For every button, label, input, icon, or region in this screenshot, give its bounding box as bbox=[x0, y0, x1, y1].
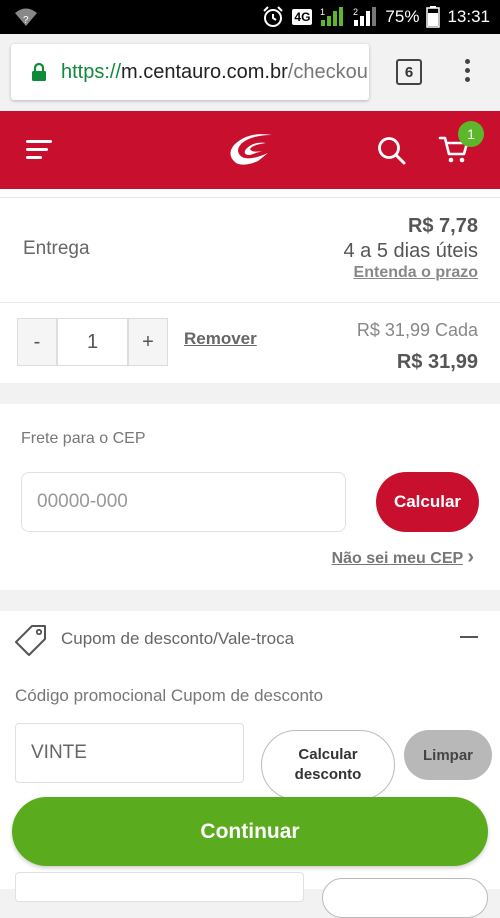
sim2-label: 2 bbox=[353, 7, 358, 17]
cep-input[interactable]: 00000-000 bbox=[21, 472, 346, 532]
quantity-input[interactable]: 1 bbox=[57, 318, 128, 366]
battery-icon bbox=[426, 6, 441, 28]
network-badge: 4G bbox=[292, 9, 313, 25]
signal-sim1-icon: 1 bbox=[320, 7, 344, 26]
calculate-discount-label: Calcular desconto bbox=[294, 746, 362, 783]
url-host: m.centauro.com.br bbox=[121, 60, 288, 83]
url-text: https://m.centauro.com.br/checkou bbox=[61, 61, 368, 84]
cep-label: Frete para o CEP bbox=[21, 430, 146, 447]
battery-percent: 75% bbox=[385, 7, 420, 26]
signal-sim2-icon: 2 bbox=[353, 7, 377, 26]
signal-question: ? bbox=[23, 15, 29, 26]
sim1-label: 1 bbox=[320, 7, 325, 17]
calculate-discount-button[interactable]: Calcular desconto bbox=[261, 730, 395, 800]
clear-coupon-button[interactable]: Limpar bbox=[404, 730, 492, 780]
next-action-button[interactable] bbox=[322, 878, 488, 918]
tab-switcher-button[interactable]: 6 bbox=[396, 59, 422, 85]
site-header bbox=[0, 111, 500, 189]
chevron-right-icon: › bbox=[467, 546, 474, 568]
alarm-icon bbox=[263, 6, 284, 27]
delivery-label: Entrega bbox=[23, 238, 90, 259]
cart-count-badge: 1 bbox=[458, 121, 484, 147]
url-path: /checkou bbox=[287, 60, 368, 83]
centauro-logo-icon[interactable] bbox=[228, 131, 274, 172]
next-field-input[interactable] bbox=[15, 872, 304, 902]
search-icon[interactable] bbox=[377, 136, 407, 171]
continue-button[interactable]: Continuar bbox=[12, 797, 488, 866]
item-total-price: R$ 31,99 bbox=[396, 351, 478, 373]
quantity-increase-button[interactable]: + bbox=[128, 318, 168, 366]
unknown-cep-link[interactable]: Não sei meu CEP › bbox=[332, 546, 474, 569]
unit-price: R$ 31,99 Cada bbox=[356, 320, 478, 340]
shipping-price: R$ 7,78 bbox=[407, 215, 478, 237]
promo-code-label: Código promocional Cupom de desconto bbox=[15, 686, 324, 705]
calculate-shipping-button[interactable]: Calcular bbox=[376, 472, 479, 532]
quantity-decrease-button[interactable]: - bbox=[17, 318, 57, 366]
remove-item-link[interactable]: Remover bbox=[184, 329, 257, 349]
divider bbox=[0, 197, 500, 198]
promo-code-input[interactable]: VINTE bbox=[15, 723, 244, 783]
divider bbox=[0, 302, 500, 303]
hamburger-menu-icon[interactable] bbox=[26, 140, 52, 164]
browser-toolbar: https://m.centauro.com.br/checkou 6 bbox=[0, 34, 500, 111]
status-bar: ? 4G 1 2 75% 13:31 bbox=[0, 0, 500, 34]
lock-icon bbox=[32, 62, 46, 81]
address-bar[interactable]: https://m.centauro.com.br/checkou bbox=[11, 44, 369, 100]
clock: 13:31 bbox=[447, 7, 490, 26]
coupon-section-title: Cupom de desconto/Vale-troca bbox=[61, 629, 295, 648]
browser-menu-icon[interactable] bbox=[462, 59, 472, 85]
tag-icon bbox=[14, 623, 48, 662]
url-scheme: https:// bbox=[61, 60, 122, 83]
collapse-minus-icon[interactable] bbox=[460, 636, 478, 638]
status-icons: 4G 1 2 75% 13:31 bbox=[261, 5, 490, 29]
shipping-days: 4 a 5 dias úteis bbox=[343, 240, 478, 262]
shipping-info-link[interactable]: Entenda o prazo bbox=[354, 264, 478, 282]
wifi-icon: ? bbox=[14, 7, 38, 32]
unknown-cep-link-label: Não sei meu CEP bbox=[331, 550, 463, 567]
